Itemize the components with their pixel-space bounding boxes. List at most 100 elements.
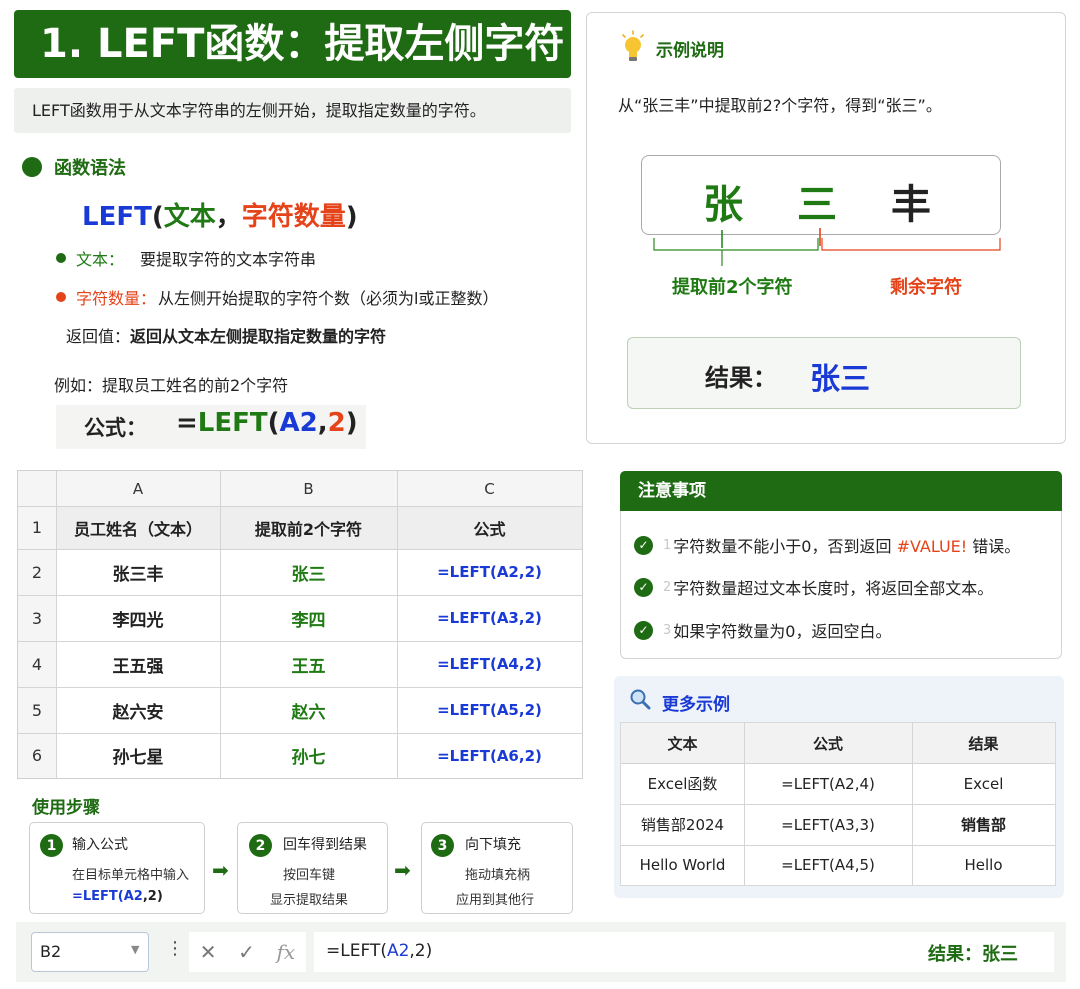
step-title: 向下填充 [465,837,521,853]
note-item: ✓ 1 字符数量不能小于0，否到返回 #VALUE! 错误。 [634,533,1020,557]
step-card-2: 2 回车得到结果 按回车键 显示提取结果 [237,822,388,914]
step-title: 输入公式 [72,837,128,853]
step-number: 2 [249,834,272,857]
arrow-right-icon: ➡ [212,858,229,882]
function-icon[interactable]: fx [277,940,296,964]
cell-result[interactable]: 王五 [220,641,397,687]
cell-name[interactable]: 李四光 [56,595,220,641]
more-cell-formula: =LEFT(A4,5) [781,856,875,874]
formula-fn: =LEFT( [437,563,497,581]
cell-formula[interactable]: =LEFT(A5,2) [397,687,582,733]
enter-icon[interactable]: ✓ [238,940,255,964]
more-cell-text: Hello World [639,856,726,874]
formula-bar-result: 结果：张三 [928,944,1018,965]
dropdown-icon[interactable]: ▼ [131,943,139,956]
formula-args: ,2) [518,746,542,765]
note-index: 1 [663,537,672,553]
more-icon[interactable]: ⋮ [166,938,184,959]
check-icon: ✓ [634,535,653,555]
formula-ref: A5 [496,701,519,719]
cell-name[interactable]: 赵六安 [56,687,220,733]
step-card-1: 1 输入公式 在目标单元格中输入 =LEFT(A2,2) [29,822,205,914]
note-item: ✓ 2 字符数量超过文本长度时，将返回全部文本。 [634,575,993,599]
check-icon: ✓ [634,620,653,640]
formula-label: 公式： [84,416,147,440]
row-header[interactable]: 4 [18,641,56,687]
remain-label: 剩余字符 [890,277,962,298]
row-header[interactable]: 2 [18,549,56,595]
cell-name[interactable]: 孙七星 [56,733,220,778]
header-cell-formula[interactable]: 公式 [397,506,582,549]
formula-paren-close: ) [345,408,358,438]
syntax-heading-label: 函数语法 [54,158,126,179]
syntax-heading: 函数语法 [22,154,126,180]
formula-ref: A4 [496,655,519,673]
intro-text: LEFT函数用于从文本字符串的左侧开始，提取指定数量的字符。 [14,88,571,133]
arrow-right-icon: ➡ [394,858,411,882]
bullet-icon [56,253,66,263]
formula-args: ,2) [518,655,542,673]
step-number: 1 [40,834,63,857]
formula-ref: A3 [496,609,519,627]
note-text: 字符数量超过文本长度时，将返回全部文本。 [673,579,994,598]
formula-ref: A2 [279,408,318,438]
return-label: 返回值： [66,327,131,346]
cell-name[interactable]: 张三丰 [56,549,220,595]
cell-name[interactable]: 王五强 [56,641,220,687]
note-index: 2 [663,579,672,595]
cell-result[interactable]: 赵六 [220,687,397,733]
col-header-a[interactable]: A [56,471,220,506]
more-header-formula: 公式 [812,734,843,753]
more-cell-text: Excel函数 [647,775,718,793]
note-text-end: 错误。 [967,537,1021,556]
bullet-icon [22,157,42,177]
search-icon [630,689,651,710]
col-header-b[interactable]: B [220,471,397,506]
formula-fn: LEFT [197,408,268,438]
cell-formula[interactable]: =LEFT(A3,2) [397,595,582,641]
step-line: 拖动填充柄 [465,868,531,883]
cell-formula[interactable]: =LEFT(A6,2) [397,733,582,778]
param-text: 文本： 要提取字符的文本字符串 [56,246,316,270]
step-line: 按回车键 [283,868,336,883]
step-formula-ref: A2 [123,889,143,904]
formula-ref: A2 [496,563,519,581]
more-examples-title: 更多示例 [662,695,730,715]
notes-title: 注意事项 [620,471,1062,511]
cell-result[interactable]: 李四 [220,595,397,641]
more-cell-formula: =LEFT(A2,4) [781,774,875,793]
cell-formula[interactable]: =LEFT(A2,2) [397,549,582,595]
cell-formula[interactable]: =LEFT(A4,2) [397,641,582,687]
row-header[interactable]: 5 [18,687,56,733]
return-desc: 返回从文本左侧提取指定数量的字符 [130,327,387,346]
syntax-paren-open: ( [151,202,164,232]
extract-label: 提取前2个字符 [672,277,793,298]
cell-result[interactable]: 孙七 [220,733,397,778]
return-value: 返回值：返回从文本左侧提取指定数量的字符 [66,323,386,347]
formula-fn: =LEFT( [437,655,497,673]
syntax-comma: ， [215,202,242,232]
step-title: 回车得到结果 [283,837,367,853]
row-header[interactable]: 6 [18,733,56,778]
more-header-result: 结果 [968,734,999,753]
formula-example: =LEFT(A2,2) [176,408,358,438]
more-header-text: 文本 [667,734,698,753]
header-cell-result[interactable]: 提取前2个字符 [220,506,397,549]
row-header[interactable]: 1 [18,506,56,549]
formula-fn: =LEFT( [437,609,497,627]
step-number: 3 [431,834,454,857]
header-cell-name[interactable]: 员工姓名（文本） [56,506,220,549]
page-title: 1. LEFT函数：提取左侧字符 [14,10,571,78]
row-header[interactable]: 3 [18,595,56,641]
formula-paren-open: ( [267,408,280,438]
cell-result[interactable]: 张三 [220,549,397,595]
step-line-formula: =LEFT(A2,2) [72,889,163,904]
more-cell-formula: =LEFT(A3,3) [781,815,875,834]
syntax-fn: LEFT [82,202,152,232]
formula-bar-text[interactable]: =LEFT(A2,2) [326,941,432,961]
check-icon: ✓ [634,577,653,597]
col-header-c[interactable]: C [397,471,582,506]
step-line: 应用到其他行 [456,893,535,908]
cancel-icon[interactable]: ✕ [200,940,217,964]
more-cell-result: Excel [963,774,1004,793]
